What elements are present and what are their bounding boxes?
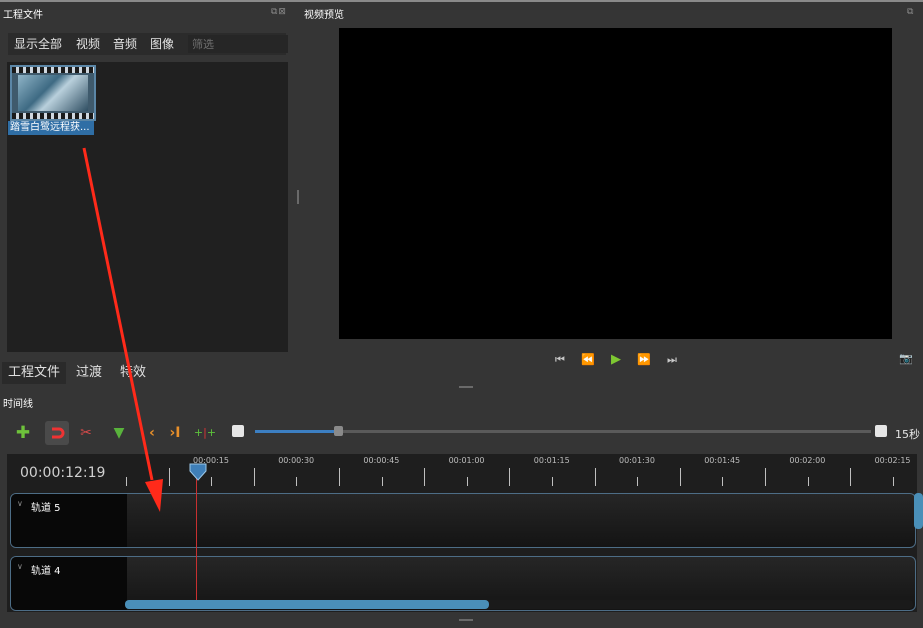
- ruler-label: 00:01:15: [533, 456, 570, 465]
- next-marker-icon[interactable]: ›I: [166, 424, 184, 442]
- zoom-slider-handle[interactable]: [334, 426, 343, 436]
- timeline-hscroll-thumb[interactable]: [125, 600, 489, 609]
- ruler-label: 00:01:30: [619, 456, 655, 465]
- video-preview-screen: [339, 28, 892, 339]
- zoom-slider-fill: [255, 430, 339, 433]
- filter-show-all-button[interactable]: 显示全部: [12, 33, 64, 55]
- dock-splitter-handle[interactable]: [297, 190, 299, 204]
- zoom-label: 15秒: [895, 428, 920, 441]
- marker-icon[interactable]: ▼: [110, 424, 128, 442]
- video-thumbnail-icon: [10, 65, 96, 121]
- jump-end-icon[interactable]: ⏭: [662, 352, 682, 368]
- project-file-item[interactable]: 踏雪白鹭远程获...: [7, 62, 97, 138]
- jump-start-icon[interactable]: ⏮: [550, 352, 570, 368]
- preview-dock-float-icon[interactable]: ⧉: [907, 7, 914, 17]
- chevron-down-icon[interactable]: ∨: [17, 562, 23, 571]
- track-header: ∨ 轨道 5: [11, 494, 127, 547]
- filter-image-button[interactable]: 图像: [148, 33, 176, 55]
- track-5[interactable]: ∨ 轨道 5: [10, 493, 916, 548]
- ruler-tick: [765, 468, 766, 486]
- ruler-label: 00:01:45: [704, 456, 741, 465]
- tab-project-files[interactable]: 工程文件: [2, 362, 67, 384]
- ruler-tick: [211, 477, 212, 486]
- ruler-tick: [680, 468, 681, 486]
- ruler-tick: [509, 468, 510, 486]
- ruler-tick: [467, 477, 468, 486]
- playhead-line: [196, 476, 197, 606]
- ruler-tick: [382, 477, 383, 486]
- zoom-in-icon[interactable]: [875, 425, 887, 437]
- ruler-label: 00:02:00: [789, 456, 826, 465]
- play-icon[interactable]: ▶: [606, 352, 626, 368]
- fast-forward-icon[interactable]: ⏩: [634, 352, 654, 368]
- filter-input[interactable]: [188, 35, 288, 53]
- timeline-title: 时间线: [3, 399, 33, 410]
- project-files-list: 踏雪白鹭远程获...: [7, 62, 288, 352]
- dock-tabs: 工程文件 过渡 特效: [0, 362, 300, 384]
- filter-audio-button[interactable]: 音频: [111, 33, 139, 55]
- timecode: 00:00:12:19: [20, 465, 106, 481]
- ruler-tick: [339, 468, 340, 486]
- bottom-splitter-handle[interactable]: [459, 619, 473, 621]
- center-playhead-icon[interactable]: +|+: [193, 424, 217, 442]
- ruler-tick: [595, 468, 596, 486]
- project-files-title: 工程文件: [3, 10, 43, 21]
- ruler-tick: [552, 477, 553, 486]
- ruler-tick: [254, 468, 255, 486]
- playhead-handle[interactable]: [188, 462, 208, 482]
- ruler-tick: [424, 468, 425, 486]
- video-preview-title: 视频预览: [304, 10, 344, 21]
- previous-marker-icon[interactable]: ‹: [143, 424, 161, 442]
- zoom-slider-track[interactable]: [255, 430, 871, 433]
- camera-icon[interactable]: 📷: [899, 352, 915, 366]
- add-track-icon[interactable]: ✚: [14, 424, 32, 442]
- ruler-tick: [722, 477, 723, 486]
- dock-float-close-icon[interactable]: ⧉⊠: [271, 7, 287, 17]
- ruler-tick: [850, 468, 851, 486]
- ruler-label: 00:00:45: [363, 456, 400, 465]
- track-header: ∨ 轨道 4: [11, 557, 127, 610]
- ruler-tick: [296, 477, 297, 486]
- tab-effects[interactable]: 特效: [114, 362, 152, 384]
- chevron-down-icon[interactable]: ∨: [17, 499, 23, 508]
- ruler-label: 00:02:15: [874, 456, 911, 465]
- ruler-tick: [169, 468, 170, 486]
- track-name: 轨道 5: [31, 503, 61, 514]
- tab-transitions[interactable]: 过渡: [70, 362, 108, 384]
- ruler-label: 00:01:00: [448, 456, 485, 465]
- filter-video-button[interactable]: 视频: [74, 33, 102, 55]
- window-top-border: [0, 0, 923, 2]
- ruler-tick: [637, 477, 638, 486]
- ruler-label: 00:00:30: [278, 456, 315, 465]
- horizontal-splitter-handle[interactable]: [459, 386, 473, 388]
- ruler-tick: [126, 477, 127, 486]
- ruler-tick: [893, 477, 894, 486]
- filter-bar: 显示全部 视频 音频 图像: [8, 33, 288, 55]
- rewind-icon[interactable]: ⏪: [578, 352, 598, 368]
- zoom-out-icon[interactable]: [232, 425, 244, 437]
- timeline-vscroll-thumb[interactable]: [914, 493, 923, 529]
- track-name: 轨道 4: [31, 566, 61, 577]
- ruler-tick: [808, 477, 809, 486]
- project-file-label: 踏雪白鹭远程获...: [8, 121, 94, 135]
- razor-icon[interactable]: ✂: [77, 424, 95, 442]
- snap-icon[interactable]: [45, 421, 69, 445]
